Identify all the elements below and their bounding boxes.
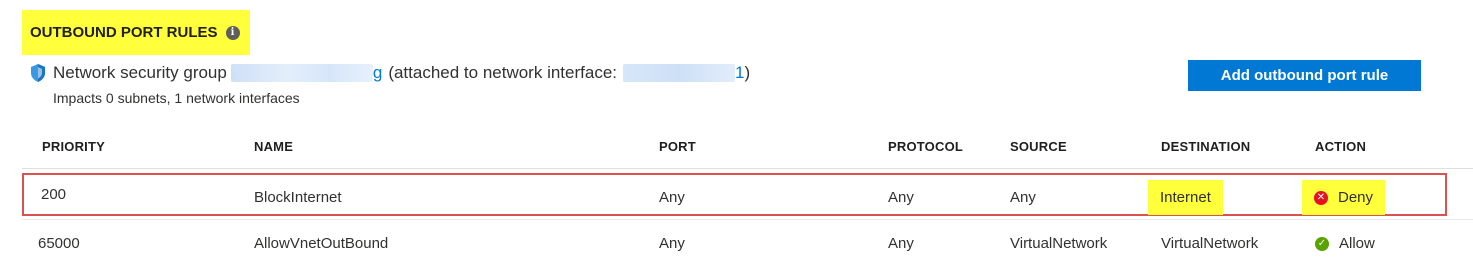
rule-port: Any	[659, 235, 685, 252]
rule-protocol: Any	[888, 235, 914, 252]
deny-x-icon: ✕	[1314, 190, 1328, 205]
column-header-port[interactable]: PORT	[659, 139, 696, 154]
rule-port: Any	[659, 189, 685, 206]
table-row-highlight-outline[interactable]	[22, 173, 1447, 216]
rule-name[interactable]: AllowVnetOutBound	[254, 235, 388, 252]
interface-name-redacted[interactable]	[623, 64, 735, 82]
nsg-label: Network security group	[53, 63, 227, 82]
allow-check-icon: ✓	[1315, 236, 1329, 251]
interface-link[interactable]: 1	[735, 63, 744, 83]
rule-source: Any	[1010, 189, 1036, 206]
header-divider	[22, 168, 1473, 169]
column-header-source[interactable]: SOURCE	[1010, 139, 1067, 154]
rule-action: ✓ Allow	[1315, 235, 1375, 252]
rule-action-label: Allow	[1339, 235, 1375, 252]
rule-action: ✕ Deny	[1302, 180, 1386, 215]
info-icon[interactable]: i	[225, 25, 240, 40]
rule-name[interactable]: BlockInternet	[254, 189, 342, 206]
rule-destination-highlight: Internet	[1148, 180, 1223, 215]
rule-source: VirtualNetwork	[1010, 235, 1108, 252]
nsg-line: Network security group g (attached to ne…	[30, 63, 750, 83]
close-paren: )	[744, 63, 751, 82]
rule-priority: 65000	[38, 235, 80, 252]
rule-destination: VirtualNetwork	[1161, 235, 1259, 252]
attached-text: (attached to network interface:	[388, 63, 617, 82]
section-title-text: OUTBOUND PORT RULES	[30, 24, 218, 41]
column-header-name[interactable]: NAME	[254, 139, 293, 154]
nsg-link[interactable]: g	[373, 63, 382, 83]
add-outbound-port-rule-button[interactable]: Add outbound port rule	[1188, 60, 1421, 91]
nsg-name-redacted[interactable]	[230, 64, 373, 82]
rule-priority: 200	[41, 186, 67, 203]
rule-protocol: Any	[888, 189, 914, 206]
rule-destination: Internet	[1148, 180, 1223, 215]
rule-action-highlight: ✕ Deny	[1302, 180, 1386, 215]
rule-action-label: Deny	[1338, 189, 1374, 206]
column-header-action[interactable]: ACTION	[1315, 139, 1366, 154]
impacts-text: Impacts 0 subnets, 1 network interfaces	[53, 90, 300, 106]
row-divider	[22, 219, 1473, 220]
column-header-destination[interactable]: DESTINATION	[1161, 139, 1250, 154]
section-title: OUTBOUND PORT RULES i	[22, 10, 250, 55]
shield-icon	[31, 64, 45, 82]
column-header-protocol[interactable]: PROTOCOL	[888, 139, 963, 154]
column-header-priority[interactable]: PRIORITY	[42, 139, 105, 154]
